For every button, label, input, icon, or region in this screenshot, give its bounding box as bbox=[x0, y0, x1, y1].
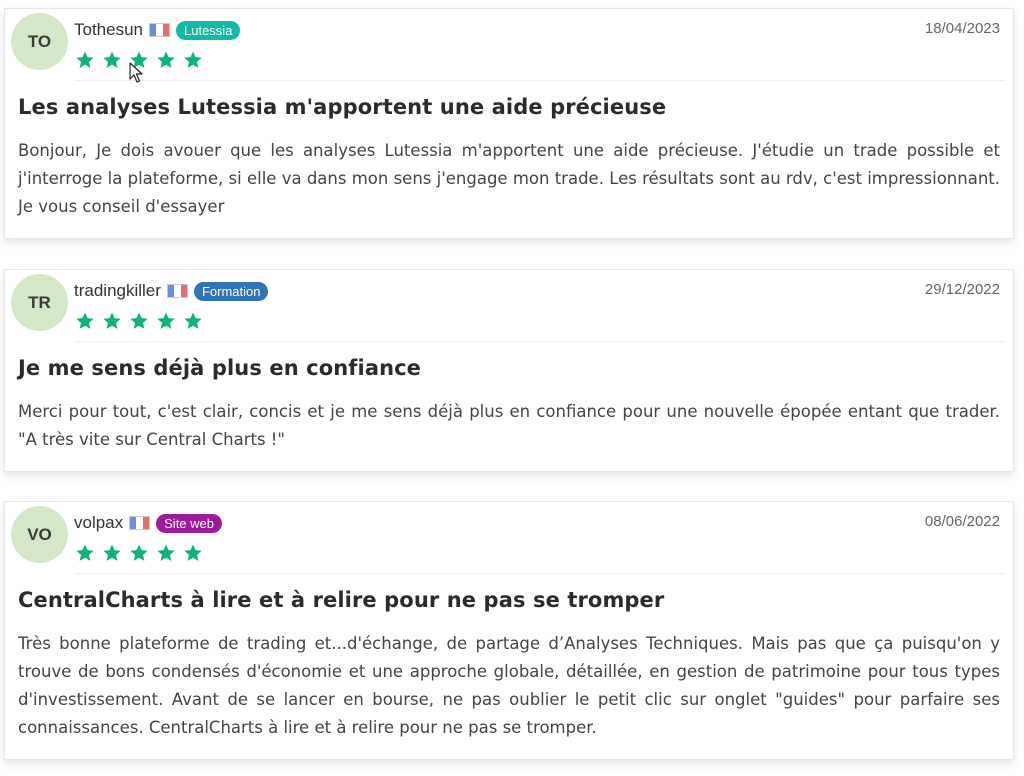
product-badge: Lutessia bbox=[176, 20, 241, 40]
star-icon bbox=[130, 312, 148, 329]
review-title: CentralCharts à lire et à relire pour ne… bbox=[18, 588, 665, 612]
avatar: VO bbox=[11, 506, 68, 563]
avatar: TO bbox=[11, 13, 68, 70]
star-icon bbox=[130, 544, 148, 561]
review-date: 18/04/2023 bbox=[924, 20, 1000, 37]
star-icon bbox=[103, 312, 121, 329]
product-badge: Formation bbox=[193, 281, 269, 301]
review-body: Merci pour tout, c'est clair, concis et … bbox=[18, 402, 1000, 449]
reviewer-name: volpax bbox=[74, 513, 124, 532]
reviewer-name: tradingkiller bbox=[74, 281, 161, 300]
france-flag-icon bbox=[149, 23, 170, 37]
reviewer-info: tradingkiller Formation bbox=[74, 281, 269, 301]
star-icon bbox=[76, 51, 94, 68]
star-rating bbox=[75, 543, 203, 563]
star-icon bbox=[184, 544, 202, 561]
reviewer-info: Tothesun Lutessia bbox=[74, 20, 241, 40]
review-body: Très bonne plateforme de trading et...d'… bbox=[18, 634, 1000, 737]
star-icon bbox=[76, 312, 94, 329]
star-icon bbox=[103, 544, 121, 561]
france-flag-icon bbox=[129, 516, 151, 530]
review-date: 08/06/2022 bbox=[924, 513, 1000, 530]
divider bbox=[75, 80, 1005, 81]
star-icon bbox=[157, 312, 175, 329]
star-icon bbox=[184, 312, 202, 329]
star-icon bbox=[157, 51, 175, 68]
star-icon bbox=[76, 544, 94, 561]
divider bbox=[75, 341, 1005, 342]
star-icon bbox=[103, 51, 121, 68]
mouse-pointer-icon bbox=[129, 62, 143, 83]
review-body: Bonjour, Je dois avouer que les analyses… bbox=[18, 141, 1000, 216]
review-title: Je me sens déjà plus en confiance bbox=[18, 356, 422, 380]
reviewer-info: volpax Site web bbox=[74, 513, 223, 533]
reviewer-name: Tothesun bbox=[74, 20, 143, 39]
france-flag-icon bbox=[166, 284, 188, 298]
product-badge: Site web bbox=[156, 513, 223, 533]
star-rating bbox=[75, 311, 203, 331]
star-icon bbox=[184, 51, 202, 68]
avatar: TR bbox=[11, 274, 68, 331]
review-card: TO Tothesun Lutessia 18/04/2023 Les anal… bbox=[4, 8, 1014, 239]
review-card: TR tradingkiller Formation 29/12/2022 Je… bbox=[4, 269, 1014, 472]
review-card: VO volpax Site web 08/06/2022 CentralCha… bbox=[4, 501, 1014, 760]
divider bbox=[75, 573, 1005, 574]
review-title: Les analyses Lutessia m'apportent une ai… bbox=[18, 95, 667, 119]
review-date: 29/12/2022 bbox=[924, 281, 1000, 298]
star-icon bbox=[157, 544, 175, 561]
